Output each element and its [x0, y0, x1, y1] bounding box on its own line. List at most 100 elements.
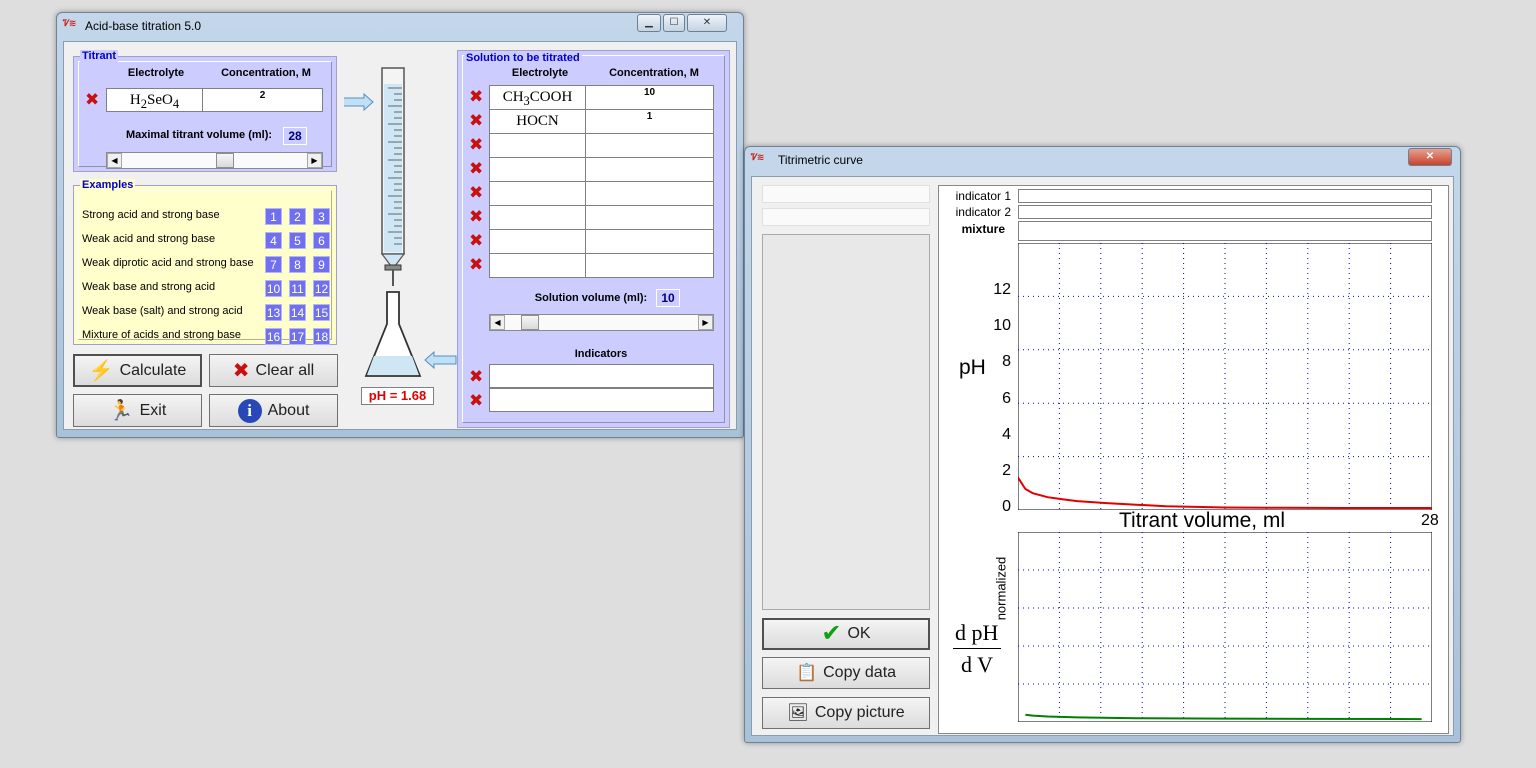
slider-right-arrow-icon[interactable]: ▶ [307, 153, 322, 168]
solution-volume-slider[interactable]: ◀ ▶ [489, 314, 714, 331]
ok-button[interactable]: ✔ OK [762, 618, 930, 650]
clear-all-button[interactable]: ✖ Clear all [209, 354, 338, 387]
example-7-button[interactable]: 7 [265, 256, 282, 273]
example-9-button[interactable]: 9 [313, 256, 330, 273]
solution-concentration-cell[interactable] [585, 181, 714, 206]
solution-electrolyte-cell[interactable] [489, 181, 586, 206]
slider-left-arrow-icon[interactable]: ◀ [490, 315, 505, 330]
titrant-electrolyte-cell[interactable]: H2SeO4 [106, 88, 203, 112]
indicator-1-field[interactable] [489, 364, 714, 388]
example-14-button[interactable]: 14 [289, 304, 306, 321]
example-8-button[interactable]: 8 [289, 256, 306, 273]
copy-picture-button[interactable]: 🖼 Copy picture [762, 697, 930, 729]
max-volume-slider[interactable]: ◀ ▶ [106, 152, 323, 169]
indicators-label: Indicators [574, 348, 628, 360]
maximize-button[interactable]: ☐ [663, 14, 685, 32]
main-window-titlebar[interactable]: Ꮴ≋ Acid-base titration 5.0 ▁ ☐ ✕ [57, 13, 743, 39]
solution-row-remove-icon[interactable]: ✖ [469, 209, 483, 226]
examples-group: Examples Strong acid and strong base 1 2 3 W… [73, 179, 337, 345]
solution-electrolyte-cell[interactable] [489, 133, 586, 158]
max-volume-slider-thumb[interactable] [215, 153, 234, 168]
curve-window-titlebar[interactable]: Ꮴ≋ Titrimetric curve ✕ [745, 147, 1460, 173]
solution-concentration-cell[interactable]: 10 [585, 85, 714, 110]
curve-window-title: Titrimetric curve [778, 153, 863, 167]
example-10-button[interactable]: 10 [265, 280, 282, 297]
solution-row-remove-icon[interactable]: ✖ [469, 185, 483, 202]
main-window-body: Titrant Electrolyte Concentration, M ✖ H… [63, 41, 737, 430]
max-volume-value: 28 [283, 127, 307, 145]
solution-electrolyte-cell[interactable]: CH3COOH [489, 85, 586, 110]
titrant-concentration-cell[interactable]: 2 [202, 88, 323, 112]
titrant-legend: Titrant [80, 50, 119, 62]
copy-picture-icon: 🖼 [787, 703, 809, 722]
app-logo-icon: Ꮴ≋ [751, 153, 764, 163]
example-12-button[interactable]: 12 [313, 280, 330, 297]
solution-row-remove-icon[interactable]: ✖ [469, 89, 483, 106]
ph-axis-label: pH [959, 356, 986, 379]
calculate-button[interactable]: ⚡ Calculate [73, 354, 202, 387]
indicator-1-bar [1018, 189, 1432, 203]
solution-concentration-cell[interactable] [585, 229, 714, 254]
slider-left-arrow-icon[interactable]: ◀ [107, 153, 122, 168]
solution-concentration-cell[interactable] [585, 157, 714, 182]
example-18-button[interactable]: 18 [313, 328, 330, 345]
solution-concentration-cell[interactable] [585, 133, 714, 158]
normalized-label: normalized [993, 556, 1009, 621]
derivative-fraction-line [953, 648, 1001, 649]
copy-data-button[interactable]: 📋 Copy data [762, 657, 930, 689]
main-window: Ꮴ≋ Acid-base titration 5.0 ▁ ☐ ✕ Titrant… [56, 12, 744, 438]
solution-electrolyte-cell[interactable] [489, 205, 586, 230]
solution-electrolyte-cell[interactable]: HOCN [489, 109, 586, 134]
example-label: Strong acid and strong base [82, 209, 220, 221]
solution-electrolyte-cell[interactable] [489, 229, 586, 254]
example-3-button[interactable]: 3 [313, 208, 330, 225]
derivative-label-bottom: d V [961, 652, 993, 677]
ph-tick-label: 8 [1002, 353, 1011, 371]
close-button[interactable]: ✕ [687, 14, 727, 32]
solution-concentration-cell[interactable] [585, 205, 714, 230]
solution-electrolyte-cell[interactable] [489, 253, 586, 278]
example-11-button[interactable]: 11 [289, 280, 306, 297]
example-1-button[interactable]: 1 [265, 208, 282, 225]
example-16-button[interactable]: 16 [265, 328, 282, 345]
app-logo-icon: Ꮴ≋ [63, 19, 76, 29]
derivative-chart [1018, 532, 1432, 722]
titrant-remove-icon[interactable]: ✖ [85, 92, 99, 109]
solution-row-remove-icon[interactable]: ✖ [469, 113, 483, 130]
indicator-1-remove-icon[interactable]: ✖ [469, 369, 483, 386]
example-15-button[interactable]: 15 [313, 304, 330, 321]
minimize-button[interactable]: ▁ [637, 14, 661, 32]
example-label: Weak diprotic acid and strong base [82, 257, 254, 269]
ok-label: OK [847, 625, 871, 642]
solution-row-remove-icon[interactable]: ✖ [469, 137, 483, 154]
slider-right-arrow-icon[interactable]: ▶ [698, 315, 713, 330]
mixture-bar [1018, 221, 1432, 241]
solution-row-remove-icon[interactable]: ✖ [469, 257, 483, 274]
example-6-button[interactable]: 6 [313, 232, 330, 249]
indicator-2-field[interactable] [489, 388, 714, 412]
solution-row-remove-icon[interactable]: ✖ [469, 233, 483, 250]
example-17-button[interactable]: 17 [289, 328, 306, 345]
copy-data-icon: 📋 [795, 663, 818, 682]
clear-x-icon: ✖ [232, 359, 250, 382]
solution-legend: Solution to be titrated [464, 52, 582, 64]
ph-tick-label: 12 [993, 281, 1011, 299]
curve-close-button[interactable]: ✕ [1408, 148, 1452, 166]
clear-all-label: Clear all [255, 361, 315, 379]
solution-volume-slider-thumb[interactable] [520, 315, 539, 330]
solution-group: Solution to be titrated Electrolyte Conc… [457, 50, 730, 428]
solution-electrolyte-cell[interactable] [489, 157, 586, 182]
indicator-2-remove-icon[interactable]: ✖ [469, 393, 483, 410]
solution-row-remove-icon[interactable]: ✖ [469, 161, 483, 178]
solution-electrolyte-header: Electrolyte [511, 67, 569, 79]
example-5-button[interactable]: 5 [289, 232, 306, 249]
x-axis-label: Titrant volume, ml [1119, 509, 1286, 532]
example-13-button[interactable]: 13 [265, 304, 282, 321]
example-2-button[interactable]: 2 [289, 208, 306, 225]
exit-button[interactable]: 🏃 Exit [73, 394, 202, 427]
about-button[interactable]: i About [209, 394, 338, 427]
examples-legend: Examples [80, 179, 136, 191]
example-4-button[interactable]: 4 [265, 232, 282, 249]
solution-concentration-cell[interactable] [585, 253, 714, 278]
solution-concentration-cell[interactable]: 1 [585, 109, 714, 134]
